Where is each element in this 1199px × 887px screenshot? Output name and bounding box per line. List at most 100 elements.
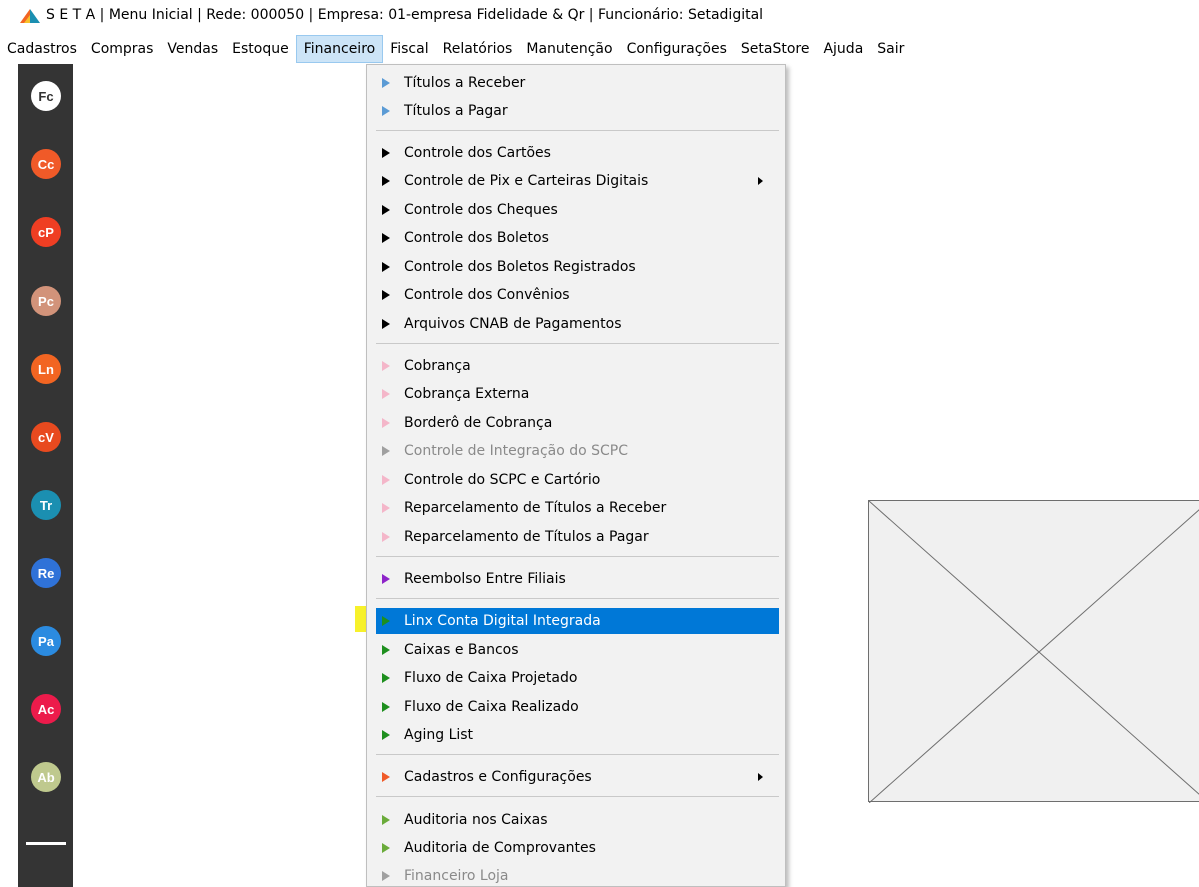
- triangle-right-icon: [382, 319, 390, 329]
- menu-item-cobranca-externa[interactable]: Cobrança Externa: [376, 381, 779, 407]
- shortcut-pa-button[interactable]: Pa: [31, 626, 61, 656]
- menu-item-label: Financeiro Loja: [404, 868, 509, 884]
- menu-setastore[interactable]: SetaStore: [734, 35, 817, 63]
- shortcut-ln-button[interactable]: Ln: [31, 354, 61, 384]
- menu-financeiro[interactable]: Financeiro: [295, 35, 384, 63]
- menu-item-auditoria-comprovantes[interactable]: Auditoria de Comprovantes: [376, 835, 779, 861]
- menu-item-arquivos-cnab[interactable]: Arquivos CNAB de Pagamentos: [376, 311, 779, 337]
- menu-estoque[interactable]: Estoque: [225, 35, 296, 63]
- menu-compras[interactable]: Compras: [84, 35, 161, 63]
- menu-item-fluxo-projetado[interactable]: Fluxo de Caixa Projetado: [376, 665, 779, 691]
- sidebar-divider: [26, 842, 66, 845]
- menu-item-label: Reparcelamento de Títulos a Pagar: [404, 529, 649, 545]
- menu-item-label: Títulos a Pagar: [404, 103, 508, 119]
- menu-item-controle-cheques[interactable]: Controle dos Cheques: [376, 197, 779, 223]
- shortcut-cv-button[interactable]: cV: [31, 422, 61, 452]
- menu-item-label: Controle dos Boletos: [404, 230, 549, 246]
- submenu-arrow-icon: [758, 773, 763, 781]
- triangle-right-icon: [382, 673, 390, 683]
- menu-item-cobranca[interactable]: Cobrança: [376, 353, 779, 379]
- menu-item-aging-list[interactable]: Aging List: [376, 722, 779, 748]
- menu-item-label: Cadastros e Configurações: [404, 769, 592, 785]
- triangle-right-icon: [382, 645, 390, 655]
- seta-logo-icon: [20, 9, 40, 23]
- menu-item-label: Fluxo de Caixa Realizado: [404, 699, 579, 715]
- triangle-right-icon: [382, 148, 390, 158]
- menu-item-label: Linx Conta Digital Integrada: [404, 613, 601, 629]
- triangle-right-icon: [382, 418, 390, 428]
- menu-item-controle-boletos[interactable]: Controle dos Boletos: [376, 225, 779, 251]
- menu-item-label: Controle dos Cheques: [404, 202, 558, 218]
- menu-item-caixas-bancos[interactable]: Caixas e Bancos: [376, 637, 779, 663]
- shortcut-cc-button[interactable]: Cc: [31, 149, 61, 179]
- shortcut-re-button[interactable]: Re: [31, 558, 61, 588]
- menu-item-controle-pix[interactable]: Controle de Pix e Carteiras Digitais: [376, 168, 779, 194]
- shortcut-pc-button[interactable]: Pc: [31, 286, 61, 316]
- menu-item-titulos-receber[interactable]: Títulos a Receber: [376, 70, 779, 96]
- shortcut-ac-button[interactable]: Ac: [31, 694, 61, 724]
- triangle-right-icon: [382, 389, 390, 399]
- triangle-right-icon: [382, 106, 390, 116]
- menu-item-label: Títulos a Receber: [404, 75, 526, 91]
- shortcut-fc-button[interactable]: Fc: [31, 81, 61, 111]
- menu-item-label: Reembolso Entre Filiais: [404, 571, 566, 587]
- menu-item-label: Fluxo de Caixa Projetado: [404, 670, 578, 686]
- menu-item-cadastros-configuracoes[interactable]: Cadastros e Configurações: [376, 764, 779, 790]
- menu-item-titulos-pagar[interactable]: Títulos a Pagar: [376, 98, 779, 124]
- menu-item-label: Controle dos Cartões: [404, 145, 551, 161]
- menu-item-label: Caixas e Bancos: [404, 642, 519, 658]
- triangle-right-icon: [382, 78, 390, 88]
- triangle-right-icon: [382, 815, 390, 825]
- menu-item-reembolso-filiais[interactable]: Reembolso Entre Filiais: [376, 566, 779, 592]
- shortcut-ab-button[interactable]: Ab: [31, 762, 61, 792]
- shortcut-tr-button[interactable]: Tr: [31, 490, 61, 520]
- placeholder-cross-icon: [869, 501, 1199, 803]
- menu-item-integracao-scpc: Controle de Integração do SCPC: [376, 438, 779, 464]
- triangle-right-icon: [382, 574, 390, 584]
- menu-item-controle-cartoes[interactable]: Controle dos Cartões: [376, 140, 779, 166]
- menu-item-label: Controle de Pix e Carteiras Digitais: [404, 173, 649, 189]
- menu-cadastros[interactable]: Cadastros: [0, 35, 84, 63]
- menu-item-label: Controle do SCPC e Cartório: [404, 472, 601, 488]
- menu-separator: [376, 598, 779, 599]
- menu-item-controle-convenios[interactable]: Controle dos Convênios: [376, 282, 779, 308]
- menu-item-label: Borderô de Cobrança: [404, 415, 553, 431]
- triangle-right-icon: [382, 262, 390, 272]
- triangle-right-icon: [382, 871, 390, 881]
- menu-item-linx-conta-digital[interactable]: Linx Conta Digital Integrada: [376, 608, 779, 634]
- triangle-right-icon: [382, 843, 390, 853]
- financeiro-dropdown-menu: Títulos a Receber Títulos a Pagar Contro…: [366, 64, 786, 887]
- menu-item-label: Reparcelamento de Títulos a Receber: [404, 500, 667, 516]
- triangle-right-icon: [382, 176, 390, 186]
- menu-fiscal[interactable]: Fiscal: [383, 35, 435, 63]
- menu-relatorios[interactable]: Relatórios: [436, 35, 520, 63]
- menu-item-label: Controle dos Boletos Registrados: [404, 259, 636, 275]
- shortcut-cp-button[interactable]: cP: [31, 217, 61, 247]
- shortcut-sidebar: Fc Cc cP Pc Ln cV Tr Re Pa Ac Ab: [18, 64, 73, 887]
- menu-separator: [376, 556, 779, 557]
- menu-separator: [376, 343, 779, 344]
- menu-sair[interactable]: Sair: [870, 35, 911, 63]
- menu-item-auditoria-caixas[interactable]: Auditoria nos Caixas: [376, 807, 779, 833]
- menu-separator: [376, 754, 779, 755]
- triangle-right-icon: [382, 532, 390, 542]
- menu-manutencao[interactable]: Manutenção: [519, 35, 619, 63]
- menu-item-label: Controle dos Convênios: [404, 287, 570, 303]
- menu-item-reparcelamento-receber[interactable]: Reparcelamento de Títulos a Receber: [376, 495, 779, 521]
- menu-item-label: Cobrança: [404, 358, 471, 374]
- menu-item-financeiro-loja: Financeiro Loja: [376, 863, 779, 886]
- menu-item-reparcelamento-pagar[interactable]: Reparcelamento de Títulos a Pagar: [376, 524, 779, 550]
- triangle-right-icon: [382, 616, 390, 626]
- menu-item-bordero-cobranca[interactable]: Borderô de Cobrança: [376, 410, 779, 436]
- menu-item-fluxo-realizado[interactable]: Fluxo de Caixa Realizado: [376, 694, 779, 720]
- menu-vendas[interactable]: Vendas: [160, 35, 225, 63]
- triangle-right-icon: [382, 233, 390, 243]
- menu-separator: [376, 796, 779, 797]
- menu-configuracoes[interactable]: Configurações: [620, 35, 734, 63]
- menu-item-scpc-cartorio[interactable]: Controle do SCPC e Cartório: [376, 467, 779, 493]
- triangle-right-icon: [382, 361, 390, 371]
- menu-separator: [376, 130, 779, 131]
- menu-item-label: Arquivos CNAB de Pagamentos: [404, 316, 622, 332]
- menu-ajuda[interactable]: Ajuda: [816, 35, 870, 63]
- menu-item-controle-boletos-registrados[interactable]: Controle dos Boletos Registrados: [376, 254, 779, 280]
